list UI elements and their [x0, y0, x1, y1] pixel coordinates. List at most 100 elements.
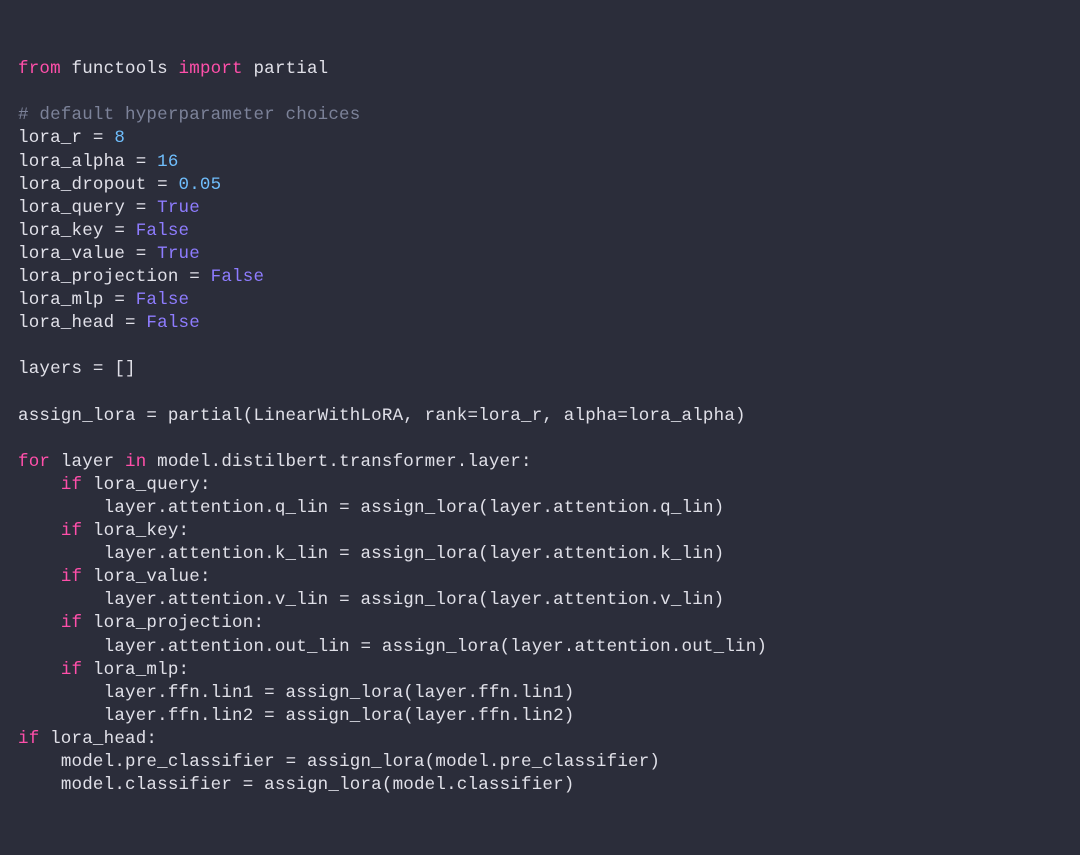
indent [18, 637, 104, 657]
code-line-8: lora_key = False [18, 221, 189, 241]
code-line-21: if lora_key: [18, 521, 189, 541]
var-lhs: lora_head [18, 313, 125, 333]
expr: lora_alpha) [628, 406, 746, 426]
operator-eq: = [136, 244, 147, 264]
boolean: False [200, 267, 264, 287]
boolean: True [146, 198, 200, 218]
code-line-9: lora_value = True [18, 244, 200, 264]
operator-eq: = [243, 775, 254, 795]
expr: assign_lora(layer.attention.k_lin) [350, 544, 725, 564]
code-line-25: if lora_projection: [18, 613, 264, 633]
indent [18, 683, 104, 703]
code-line-3: # default hyperparameter choices [18, 105, 360, 125]
operator-eq: = [286, 752, 297, 772]
operator-eq: = [264, 683, 275, 703]
var-lhs: lora_key [18, 221, 114, 241]
indent [18, 752, 61, 772]
var-lhs: layer.ffn.lin1 [104, 683, 265, 703]
expr: assign_lora(model.pre_classifier) [296, 752, 660, 772]
boolean: True [146, 244, 200, 264]
code-line-6: lora_dropout = 0.05 [18, 175, 221, 195]
code-line-29: layer.ffn.lin2 = assign_lora(layer.ffn.l… [18, 706, 575, 726]
var-lhs: lora_alpha [18, 152, 136, 172]
boolean: False [125, 221, 189, 241]
code-line-18: for layer in model.distilbert.transforme… [18, 452, 532, 472]
operator-eq: = [467, 406, 478, 426]
keyword-from: from [18, 59, 61, 79]
operator-eq: = [146, 406, 157, 426]
keyword-if: if [61, 613, 82, 633]
var-lhs: layer.ffn.lin2 [104, 706, 265, 726]
operator-eq: = [114, 290, 125, 310]
var-lhs: layer.attention.out_lin [104, 637, 361, 657]
code-line-11: lora_mlp = False [18, 290, 189, 310]
var-lhs: lora_mlp [18, 290, 114, 310]
var-lhs: model.pre_classifier [61, 752, 286, 772]
indent [18, 475, 61, 495]
indent [18, 660, 61, 680]
indent [18, 775, 61, 795]
indent [18, 706, 104, 726]
var-lhs: layer.attention.k_lin [104, 544, 339, 564]
operator-eq: = [339, 544, 350, 564]
operator-eq: = [339, 498, 350, 518]
list-literal: [] [104, 359, 136, 379]
condition: lora_value: [82, 567, 210, 587]
import-name: partial [243, 59, 329, 79]
indent [18, 498, 104, 518]
operator-eq: = [264, 706, 275, 726]
code-line-22: layer.attention.k_lin = assign_lora(laye… [18, 544, 724, 564]
code-line-24: layer.attention.v_lin = assign_lora(laye… [18, 590, 724, 610]
expr: assign_lora(model.classifier) [253, 775, 574, 795]
module-name: functools [61, 59, 179, 79]
code-line-7: lora_query = True [18, 198, 200, 218]
condition: lora_projection: [82, 613, 264, 633]
indent [18, 590, 104, 610]
keyword-if: if [61, 660, 82, 680]
expr: assign_lora(layer.attention.out_lin) [371, 637, 767, 657]
indent [18, 613, 61, 633]
condition: lora_mlp: [82, 660, 189, 680]
code-line-27: if lora_mlp: [18, 660, 189, 680]
expr: assign_lora(layer.attention.v_lin) [350, 590, 725, 610]
operator-eq: = [136, 198, 147, 218]
expr: lora_r, alpha [478, 406, 617, 426]
operator-eq: = [360, 637, 371, 657]
code-line-16: assign_lora = partial(LinearWithLoRA, ra… [18, 406, 746, 426]
indent [18, 567, 61, 587]
code-line-1: from functools import partial [18, 59, 328, 79]
code-line-10: lora_projection = False [18, 267, 264, 287]
operator-eq: = [125, 313, 136, 333]
expr: assign_lora(layer.ffn.lin2) [275, 706, 575, 726]
code-line-12: lora_head = False [18, 313, 200, 333]
expr: partial(LinearWithLoRA, rank [157, 406, 467, 426]
indent [18, 544, 104, 564]
code-line-4: lora_r = 8 [18, 128, 125, 148]
var-lhs: model.classifier [61, 775, 243, 795]
code-line-30: if lora_head: [18, 729, 157, 749]
code-line-23: if lora_value: [18, 567, 211, 587]
iter-expr: model.distilbert.transformer.layer: [146, 452, 531, 472]
number: 8 [104, 128, 125, 148]
keyword-import: import [179, 59, 243, 79]
boolean: False [125, 290, 189, 310]
code-line-31: model.pre_classifier = assign_lora(model… [18, 752, 660, 772]
condition: lora_query: [82, 475, 210, 495]
comment: # default hyperparameter choices [18, 105, 360, 125]
number: 0.05 [168, 175, 222, 195]
operator-eq: = [189, 267, 200, 287]
expr: assign_lora(layer.ffn.lin1) [275, 683, 575, 703]
var-lhs: layers [18, 359, 93, 379]
condition: lora_key: [82, 521, 189, 541]
indent [18, 521, 61, 541]
boolean: False [136, 313, 200, 333]
keyword-if: if [61, 475, 82, 495]
var-lhs: lora_query [18, 198, 136, 218]
code-line-28: layer.ffn.lin1 = assign_lora(layer.ffn.l… [18, 683, 575, 703]
code-line-19: if lora_query: [18, 475, 211, 495]
loop-var: layer [50, 452, 125, 472]
keyword-if: if [61, 521, 82, 541]
keyword-in: in [125, 452, 146, 472]
code-block: { "code": { "line1": { "kw1": "from", "m… [0, 0, 1080, 855]
var-lhs: layer.attention.v_lin [104, 590, 339, 610]
